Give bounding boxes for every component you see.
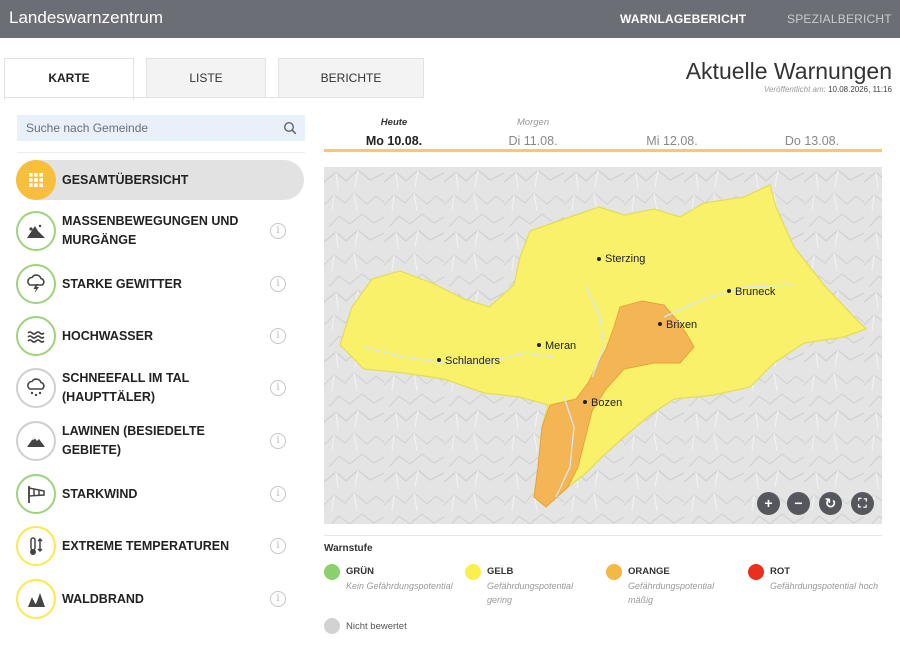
town-dot-brixen [658, 322, 662, 326]
category-label: SCHNEEFALL IM TAL (HAUPTTÄLER) [62, 371, 190, 404]
info-icon[interactable]: i [270, 486, 286, 502]
top-bar: Landeswarnzentrum WARNLAGEBERICHT SPEZIA… [0, 0, 900, 38]
town-label-schlanders[interactable]: Schlanders [445, 355, 501, 367]
legend-name: ROT [770, 566, 791, 577]
zoom-in-button[interactable]: + [757, 492, 780, 515]
legend-title: Warnstufe [324, 543, 373, 554]
category-hochwasser[interactable]: HOCHWASSER i [16, 316, 304, 356]
category-label: STARKWIND [62, 486, 138, 501]
published-date: Veröffentlicht am: 10.08.2026, 11:16 [764, 85, 892, 94]
day-tab-mi[interactable]: Mi 12.08. [602, 116, 742, 148]
info-icon[interactable]: i [270, 591, 286, 607]
town-dot-meran [537, 343, 541, 347]
town-dot-sterzing [597, 257, 601, 261]
published-label: Veröffentlicht am: [763, 85, 826, 94]
day-tab-mo[interactable]: Heute Mo 10.08. [324, 116, 464, 148]
legend-desc: Gefährdungspotential hoch [770, 581, 879, 591]
snowfall-icon [16, 368, 56, 408]
category-waldbrand[interactable]: WALDBRAND i [16, 579, 304, 619]
tab-divider [4, 97, 424, 98]
day-date: Do 13.08. [784, 134, 840, 148]
legend-desc: Gefährdungspotential mäßig [628, 581, 715, 605]
brand-title[interactable]: Landeswarnzentrum [9, 8, 163, 28]
category-label: MASSENBEWEGUNGEN UND MURGÄNGE [62, 214, 239, 247]
windsock-icon [16, 474, 56, 514]
search-icon[interactable] [283, 121, 297, 135]
nav-warnlagebericht[interactable]: WARNLAGEBERICHT [620, 12, 746, 26]
tab-berichte[interactable]: BERICHTE [278, 58, 424, 98]
category-schneefall[interactable]: SCHNEEFALL IM TAL (HAUPTTÄLER) i [16, 368, 304, 408]
legend-divider [324, 535, 882, 536]
category-label: LAWINEN (BESIEDELTE GEBIETE) [62, 424, 205, 457]
category-label: HOCHWASSER [62, 328, 153, 343]
search-input[interactable] [17, 115, 305, 141]
info-icon[interactable]: i [270, 538, 286, 554]
legend-desc: Kein Gefährdungspotential [346, 581, 453, 591]
search-divider [17, 152, 305, 153]
category-label: STARKE GEWITTER [62, 276, 182, 291]
day-relative [602, 116, 742, 130]
day-date: Mo 10.08. [365, 134, 423, 148]
page-title: Aktuelle Warnungen [685, 58, 892, 84]
legend-desc: Gefährdungspotential gering [487, 581, 574, 605]
legend-name: ORANGE [628, 566, 670, 577]
day-tab-di[interactable]: Morgen Di 11.08. [463, 116, 603, 148]
info-icon[interactable]: i [270, 276, 286, 292]
legend-swatch-unrated [324, 618, 340, 634]
forest-fire-icon [16, 579, 56, 619]
day-date: Di 11.08. [508, 134, 558, 148]
category-starkwind[interactable]: STARKWIND i [16, 474, 304, 514]
fullscreen-button[interactable]: ⛶ [851, 492, 874, 515]
legend-name: GRÜN [346, 566, 374, 577]
category-label: GESAMTÜBERSICHT [62, 172, 189, 187]
day-date: Mi 12.08. [646, 134, 698, 148]
map-canvas[interactable]: Sterzing Bruneck Brixen Meran Schlanders… [324, 167, 882, 524]
nav-spezialbericht[interactable]: SPEZIALBERICHT [787, 12, 892, 26]
info-icon[interactable]: i [270, 223, 286, 239]
info-icon[interactable]: i [270, 433, 286, 449]
day-relative [742, 116, 882, 130]
published-value: 10.08.2026, 11:16 [828, 85, 892, 94]
day-tab-do[interactable]: Do 13.08. [742, 116, 882, 148]
info-icon[interactable]: i [270, 328, 286, 344]
town-label-bruneck[interactable]: Bruneck [735, 286, 776, 298]
day-relative: Morgen [516, 117, 550, 128]
town-label-meran[interactable]: Meran [545, 340, 576, 352]
category-starke-gewitter[interactable]: STARKE GEWITTER i [16, 264, 304, 304]
town-label-sterzing[interactable]: Sterzing [605, 253, 645, 265]
zoom-out-button[interactable]: − [787, 492, 810, 515]
day-relative: Heute [380, 117, 408, 128]
town-label-bozen[interactable]: Bozen [591, 397, 622, 409]
grid-icon [16, 160, 56, 200]
legend-unrated-label: Nicht bewertet [346, 621, 407, 632]
legend-swatch [606, 564, 622, 580]
day-selector-underline [324, 149, 882, 152]
landslide-icon [16, 211, 56, 251]
town-label-brixen[interactable]: Brixen [666, 319, 697, 331]
town-dot-schlanders [437, 358, 441, 362]
tab-liste[interactable]: LISTE [146, 58, 266, 98]
flood-icon [16, 316, 56, 356]
town-dot-bruneck [727, 289, 731, 293]
category-label: EXTREME TEMPERATUREN [62, 538, 230, 553]
category-gesamtuebersicht[interactable]: GESAMTÜBERSICHT [16, 160, 304, 200]
town-dot-bozen [583, 400, 587, 404]
category-extreme-temperaturen[interactable]: EXTREME TEMPERATUREN i [16, 526, 304, 566]
thunderstorm-icon [16, 264, 56, 304]
warning-map[interactable]: Sterzing Bruneck Brixen Meran Schlanders… [324, 167, 882, 524]
info-icon[interactable]: i [270, 380, 286, 396]
legend-swatch [324, 564, 340, 580]
thermometer-icon [16, 526, 56, 566]
avalanche-icon [16, 421, 56, 461]
legend-swatch [465, 564, 481, 580]
category-lawinen[interactable]: LAWINEN (BESIEDELTE GEBIETE) i [16, 421, 304, 461]
legend-swatch [748, 564, 764, 580]
category-massenbewegungen[interactable]: MASSENBEWEGUNGEN UND MURGÄNGE i [16, 211, 304, 251]
reset-view-button[interactable]: ↻ [819, 492, 842, 515]
category-label: WALDBRAND [62, 591, 144, 606]
legend-name: GELB [487, 566, 514, 577]
tab-karte[interactable]: KARTE [4, 58, 134, 100]
